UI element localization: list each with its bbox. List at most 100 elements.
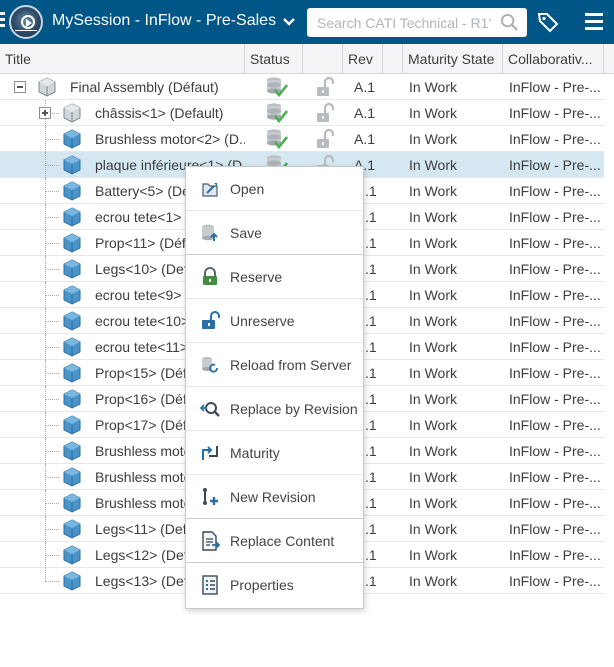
column-header: Title Status Rev Maturity State Collabor… bbox=[0, 44, 614, 74]
row-collaborative-space: InFlow - Pre-... bbox=[509, 469, 601, 485]
replace-content-icon bbox=[200, 531, 221, 551]
properties-icon bbox=[200, 575, 220, 595]
column-spacer[interactable] bbox=[383, 44, 403, 74]
tree-connector bbox=[45, 425, 59, 426]
menu-item-open[interactable]: Open bbox=[186, 167, 363, 211]
column-lock[interactable] bbox=[303, 44, 343, 74]
tree-connector bbox=[45, 269, 59, 270]
row-maturity-state: In Work bbox=[409, 235, 457, 251]
menu-item-reload-from-server[interactable]: Reload from Server bbox=[186, 343, 363, 387]
row-maturity-state: In Work bbox=[409, 261, 457, 277]
compass-logo-icon[interactable] bbox=[9, 5, 43, 39]
menu-item-label: Replace by Revision bbox=[230, 401, 358, 417]
tree-connector bbox=[45, 581, 59, 582]
assembly-icon bbox=[37, 77, 57, 97]
column-maturity-state[interactable]: Maturity State bbox=[403, 44, 503, 74]
row-collaborative-space: InFlow - Pre-... bbox=[509, 417, 601, 433]
row-revision: .1 bbox=[365, 391, 377, 407]
row-collaborative-space: InFlow - Pre-... bbox=[509, 391, 601, 407]
row-revision: .1 bbox=[365, 287, 377, 303]
tree-connector bbox=[45, 529, 59, 530]
menu-item-maturity[interactable]: Maturity bbox=[186, 431, 363, 475]
row-revision: A.1 bbox=[354, 79, 376, 95]
lock-open-icon bbox=[200, 311, 220, 331]
row-maturity-state: In Work bbox=[409, 521, 457, 537]
row-maturity-state: In Work bbox=[409, 417, 457, 433]
column-title[interactable]: Title bbox=[0, 44, 245, 74]
tree-connector bbox=[45, 295, 59, 296]
saved-status-icon[interactable] bbox=[264, 128, 289, 150]
menu-item-label: New Revision bbox=[230, 489, 316, 505]
tree-row[interactable]: Final Assembly (Défaut) A.1 In Work InFlow … bbox=[0, 74, 604, 100]
menu-item-properties[interactable]: Properties bbox=[186, 563, 363, 607]
row-collaborative-space: InFlow - Pre-... bbox=[509, 443, 601, 459]
tree-connector bbox=[45, 165, 59, 166]
tree-connector bbox=[45, 451, 59, 452]
row-maturity-state: In Work bbox=[409, 287, 457, 303]
menu-item-label: Save bbox=[230, 225, 262, 241]
expand-toggle-icon[interactable] bbox=[39, 107, 51, 119]
column-rev[interactable]: Rev bbox=[343, 44, 383, 74]
part-icon bbox=[62, 389, 82, 409]
row-revision: .1 bbox=[365, 209, 377, 225]
saved-status-icon[interactable] bbox=[264, 102, 289, 124]
lock-closed-icon bbox=[200, 267, 220, 287]
menu-item-label: Maturity bbox=[230, 445, 280, 461]
row-revision: .1 bbox=[365, 417, 377, 433]
part-icon bbox=[62, 233, 82, 253]
unlocked-icon[interactable] bbox=[315, 128, 335, 150]
part-icon bbox=[62, 259, 82, 279]
column-collaborative[interactable]: Collaborativ... bbox=[503, 44, 604, 74]
row-collaborative-space: InFlow - Pre-... bbox=[509, 235, 601, 251]
row-maturity-state: In Work bbox=[409, 183, 457, 199]
menu-item-unreserve[interactable]: Unreserve bbox=[186, 299, 363, 343]
row-title[interactable]: Brushless motor<2> (D... bbox=[95, 126, 245, 152]
reload-from-server-icon bbox=[200, 355, 220, 375]
part-icon bbox=[62, 441, 82, 461]
row-maturity-state: In Work bbox=[409, 105, 457, 121]
row-collaborative-space: InFlow - Pre-... bbox=[509, 157, 601, 173]
open-icon bbox=[200, 179, 220, 199]
row-maturity-state: In Work bbox=[409, 157, 457, 173]
tree-connector bbox=[45, 555, 59, 556]
row-collaborative-space: InFlow - Pre-... bbox=[509, 521, 601, 537]
menu-item-save[interactable]: Save bbox=[186, 211, 363, 255]
menu-item-replace-content[interactable]: Replace Content bbox=[186, 519, 363, 563]
side-menu-edge-icon[interactable] bbox=[0, 12, 6, 32]
column-status[interactable]: Status bbox=[245, 44, 303, 74]
row-title[interactable]: Final Assembly (Défaut) bbox=[70, 74, 250, 100]
column-overflow bbox=[604, 44, 614, 74]
row-revision: .1 bbox=[365, 261, 377, 277]
saved-status-icon[interactable] bbox=[264, 76, 289, 98]
menu-separator bbox=[186, 518, 363, 519]
row-collaborative-space: InFlow - Pre-... bbox=[509, 573, 601, 589]
tree-row[interactable]: châssis<1> (Default) A.1 In Work InFlow - P… bbox=[0, 100, 604, 126]
menu-item-replace-by-revision[interactable]: Replace by Revision bbox=[186, 387, 363, 431]
search-input[interactable] bbox=[317, 13, 495, 33]
tree-connector bbox=[45, 347, 59, 348]
menu-item-label: Open bbox=[230, 181, 265, 197]
menu-item-reserve[interactable]: Reserve bbox=[186, 255, 363, 299]
chevron-down-icon[interactable] bbox=[281, 13, 297, 29]
tree-connector bbox=[45, 503, 59, 504]
hamburger-menu-icon[interactable] bbox=[585, 13, 603, 30]
menu-item-new-revision[interactable]: New Revision bbox=[186, 475, 363, 519]
tree-connector bbox=[45, 568, 46, 581]
row-revision: A.1 bbox=[354, 131, 376, 147]
tree-connector bbox=[45, 217, 59, 218]
row-revision: .1 bbox=[365, 573, 377, 589]
unlocked-icon[interactable] bbox=[315, 102, 335, 124]
row-title[interactable]: châssis<1> (Default) bbox=[95, 100, 245, 126]
part-icon bbox=[62, 337, 82, 357]
collapse-toggle-icon[interactable] bbox=[14, 81, 26, 93]
tree-row[interactable]: Brushless motor<2> (D... A.1 In Work InFlow… bbox=[0, 126, 604, 152]
row-revision: .1 bbox=[365, 365, 377, 381]
row-collaborative-space: InFlow - Pre-... bbox=[509, 339, 601, 355]
search-icon[interactable] bbox=[500, 13, 519, 32]
session-title[interactable]: MySession - InFlow - Pre-Sales bbox=[52, 12, 276, 30]
tag-icon[interactable] bbox=[537, 11, 559, 33]
unlocked-icon[interactable] bbox=[315, 76, 335, 98]
menu-item-label: Reload from Server bbox=[230, 357, 352, 373]
tree-connector bbox=[45, 139, 59, 140]
sub-assembly-icon bbox=[62, 103, 82, 123]
